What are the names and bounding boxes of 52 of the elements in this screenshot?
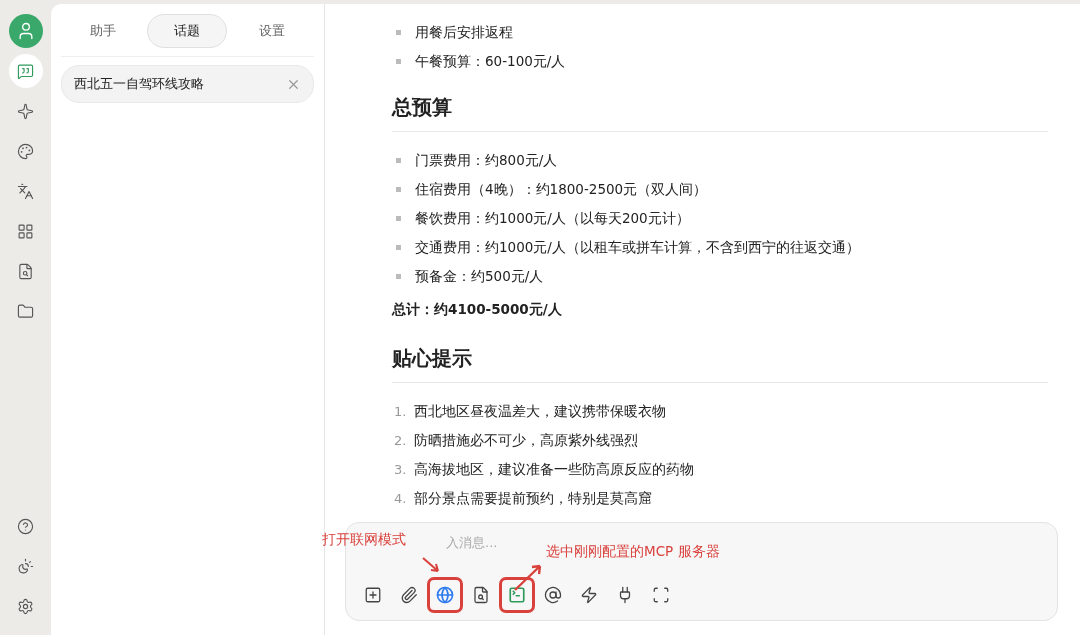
bullet-mark <box>396 30 401 35</box>
bullet-mark <box>396 245 401 250</box>
paperclip-icon <box>400 586 418 604</box>
list-item: 高海拔地区，建议准备一些防高原反应的药物 <box>414 460 694 479</box>
list-number: 1. <box>394 403 408 421</box>
settings-icon <box>17 597 34 615</box>
plus-square-icon <box>364 586 382 604</box>
annotation-text: 打开联网模式 <box>322 531 406 549</box>
bullet-mark <box>396 158 401 163</box>
total-text: 总计：约4100-5000元/人 <box>392 301 562 317</box>
folder-icon <box>17 302 34 320</box>
annotation-text: 选中刚刚配置的MCP 服务器 <box>546 543 720 561</box>
grid-icon <box>17 222 34 240</box>
bullet-mark <box>396 274 401 279</box>
list-number: 2. <box>394 432 408 450</box>
annotation-arrow <box>512 563 544 593</box>
list-item: 住宿费用（4晚）：约1800-2500元（双人间） <box>415 180 708 199</box>
section-heading: 总预算 <box>392 76 1048 132</box>
file-search-icon <box>17 262 34 280</box>
file-search-icon <box>472 586 490 604</box>
chat-icon <box>17 62 34 80</box>
bullet-mark <box>396 59 401 64</box>
list-item: 防晒措施必不可少，高原紫外线强烈 <box>414 431 638 450</box>
sidebar-tab[interactable]: 助手 <box>63 14 144 48</box>
help-icon <box>17 517 34 535</box>
bullet-mark <box>396 216 401 221</box>
section-heading: 贴心提示 <box>392 327 1048 383</box>
topic-item[interactable]: 西北五一自驾环线攻略 <box>61 65 314 103</box>
list-item: 预备金：约500元/人 <box>415 267 544 286</box>
scan-icon <box>652 586 670 604</box>
sparkle-icon <box>17 102 34 120</box>
at-sign-icon <box>544 586 562 604</box>
translate-icon <box>17 182 34 200</box>
bullet-mark <box>396 187 401 192</box>
toolbar-button[interactable] <box>502 580 532 610</box>
sidebar-tab[interactable]: 话题 <box>147 14 228 48</box>
lightning-icon <box>580 586 598 604</box>
list-number: 3. <box>394 461 408 479</box>
list-item: 餐饮费用：约1000元/人（以每天200元计） <box>415 209 690 228</box>
rail-button[interactable] <box>8 54 43 88</box>
list-item: 交通费用：约1000元/人（以租车或拼车计算，不含到西宁的往返交通） <box>415 238 860 257</box>
list-number: 4. <box>394 490 408 508</box>
list-item: 西北地区昼夜温差大，建议携带保暖衣物 <box>414 402 666 421</box>
palette-icon <box>17 142 34 160</box>
list-item: 部分景点需要提前预约，特别是莫高窟 <box>414 489 652 508</box>
topic-title: 西北五一自驾环线攻略 <box>74 75 204 93</box>
avatar[interactable] <box>8 14 43 48</box>
list-item: 午餐预算：60-100元/人 <box>415 52 566 71</box>
list-item: 用餐后安排返程 <box>415 23 513 42</box>
list-item: 门票费用：约800元/人 <box>415 151 558 170</box>
sidebar-tab[interactable]: 设置 <box>231 14 312 48</box>
sun-moon-icon <box>17 557 34 575</box>
